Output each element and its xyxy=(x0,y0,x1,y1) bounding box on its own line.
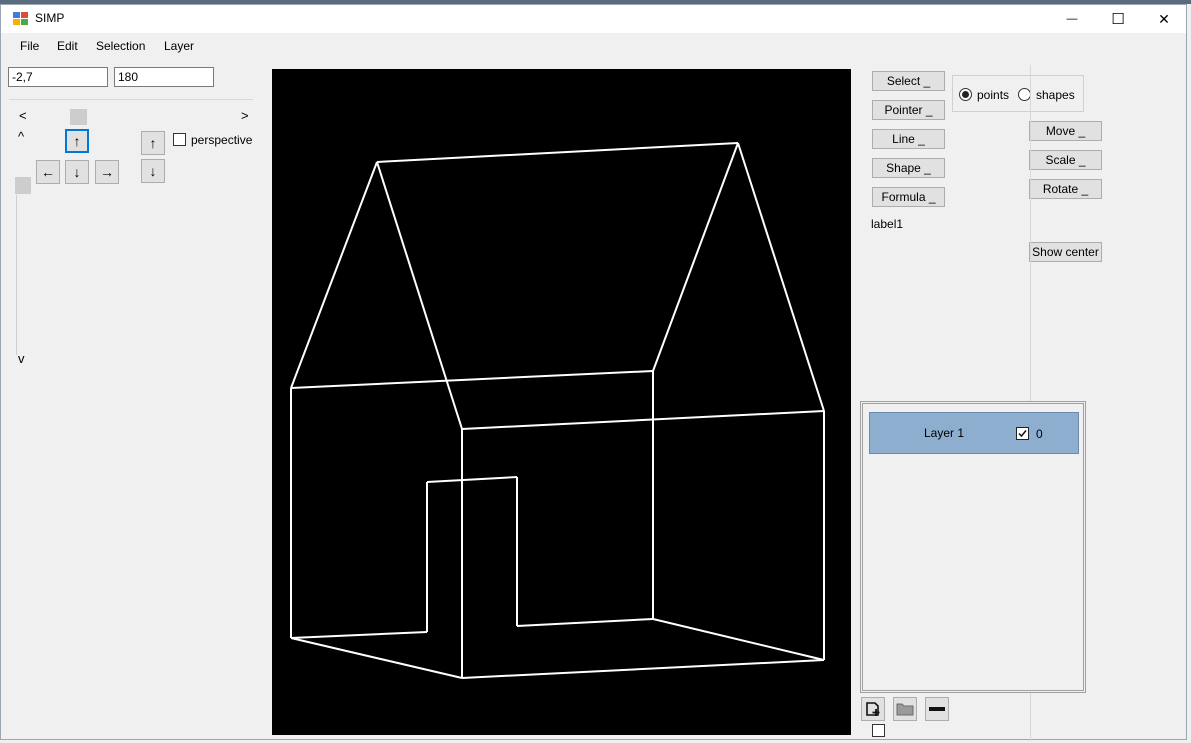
move-up-button[interactable]: ↑ xyxy=(65,129,89,153)
folder-layer-button[interactable] xyxy=(893,697,917,721)
app-window: SIMP — ☐ ✕ File Edit Selection Layer < >… xyxy=(0,4,1187,741)
zoom-down-button[interactable]: ↓ xyxy=(141,159,165,183)
shapes-label: shapes xyxy=(1036,88,1075,102)
vscroll-thumb[interactable] xyxy=(15,177,31,194)
wireframe-line-4[interactable] xyxy=(737,142,825,412)
app-icon xyxy=(13,12,28,25)
move-down-button[interactable]: ↓ xyxy=(65,160,89,184)
wireframe-line-1[interactable] xyxy=(290,161,378,389)
layer-visible-checkbox[interactable] xyxy=(1016,427,1029,440)
select-tool-button[interactable]: Select _ xyxy=(872,71,945,91)
y-coordinate-input[interactable] xyxy=(114,67,214,87)
scroll-left-icon[interactable]: < xyxy=(19,108,27,123)
close-button[interactable]: ✕ xyxy=(1141,5,1187,33)
menu-edit[interactable]: Edit xyxy=(57,39,78,53)
vscroll-track xyxy=(16,195,17,355)
wireframe-line-0[interactable] xyxy=(376,142,739,163)
checkmark-icon xyxy=(1018,430,1027,438)
menu-bar: File Edit Selection Layer xyxy=(1,37,1186,57)
horizontal-scrollbar[interactable]: < > xyxy=(9,107,253,127)
minus-icon xyxy=(929,707,945,711)
wireframe-line-15[interactable] xyxy=(652,618,825,661)
close-icon: ✕ xyxy=(1158,10,1170,27)
wireframe-line-6[interactable] xyxy=(461,410,825,430)
layer-value: 0 xyxy=(1036,427,1043,441)
add-layer-button[interactable] xyxy=(861,697,885,721)
pointer-tool-button[interactable]: Pointer _ xyxy=(872,100,945,120)
points-radio[interactable] xyxy=(959,88,972,101)
vertical-scrollbar[interactable]: ^ v xyxy=(13,129,33,369)
line-tool-button[interactable]: Line _ xyxy=(872,129,945,149)
radio-selected-dot xyxy=(962,91,969,98)
arrow-down-icon: ↓ xyxy=(149,163,157,179)
title-bar[interactable]: SIMP — ☐ ✕ xyxy=(1,5,1186,33)
scroll-right-icon[interactable]: > xyxy=(241,108,249,123)
house-wireframe[interactable] xyxy=(290,142,825,679)
x-coordinate-input[interactable] xyxy=(8,67,108,87)
wireframe-line-12[interactable] xyxy=(461,659,825,679)
rotate-button[interactable]: Rotate _ xyxy=(1029,179,1102,199)
arrow-up-icon: ↑ xyxy=(149,135,157,151)
perspective-checkbox[interactable] xyxy=(173,133,186,146)
minimize-icon: — xyxy=(1066,13,1078,25)
wireframe-line-14[interactable] xyxy=(516,618,654,627)
shape-tool-button[interactable]: Shape _ xyxy=(872,158,945,178)
wireframe-line-2[interactable] xyxy=(376,161,463,430)
show-center-button[interactable]: Show center xyxy=(1029,242,1102,262)
window-title: SIMP xyxy=(35,11,65,25)
selection-mode-group: points shapes xyxy=(952,75,1084,112)
add-layer-icon xyxy=(866,702,880,716)
layer-row[interactable]: Layer 1 0 xyxy=(869,412,1079,454)
scroll-down-icon[interactable]: v xyxy=(18,351,25,366)
arrow-up-icon: ↑ xyxy=(73,133,81,149)
wireframe-line-11[interactable] xyxy=(290,637,463,679)
menu-selection[interactable]: Selection xyxy=(96,39,145,53)
status-label: label1 xyxy=(871,217,904,231)
move-left-button[interactable]: ← xyxy=(36,160,60,184)
layers-panel: Layer 1 0 xyxy=(860,401,1086,693)
arrow-left-icon: ← xyxy=(41,164,55,180)
wireframe-line-3[interactable] xyxy=(652,142,739,372)
bottom-checkbox[interactable] xyxy=(872,724,885,737)
scale-button[interactable]: Scale _ xyxy=(1029,150,1102,170)
folder-icon xyxy=(896,703,914,716)
remove-layer-button[interactable] xyxy=(925,697,949,721)
move-right-button[interactable]: → xyxy=(95,160,119,184)
wireframe-line-17[interactable] xyxy=(426,476,518,483)
menu-layer[interactable]: Layer xyxy=(164,39,194,53)
menu-file[interactable]: File xyxy=(20,39,39,53)
arrow-right-icon: → xyxy=(100,164,114,180)
arrow-down-icon: ↓ xyxy=(73,164,81,180)
wireframe-line-13[interactable] xyxy=(290,631,428,639)
drawing-canvas[interactable] xyxy=(272,69,851,735)
hscroll-separator xyxy=(9,99,253,100)
hscroll-thumb[interactable] xyxy=(70,109,87,125)
perspective-label: perspective xyxy=(191,133,253,147)
points-label: points xyxy=(977,88,1010,102)
wireframe-line-5[interactable] xyxy=(290,370,654,389)
zoom-up-button[interactable]: ↑ xyxy=(141,131,165,155)
formula-tool-button[interactable]: Formula _ xyxy=(872,187,945,207)
maximize-icon: ☐ xyxy=(1111,11,1125,28)
maximize-button[interactable]: ☐ xyxy=(1095,5,1141,33)
move-button[interactable]: Move _ xyxy=(1029,121,1102,141)
layer-name: Layer 1 xyxy=(924,426,965,440)
scroll-up-icon[interactable]: ^ xyxy=(18,129,24,144)
minimize-button[interactable]: — xyxy=(1049,5,1095,33)
